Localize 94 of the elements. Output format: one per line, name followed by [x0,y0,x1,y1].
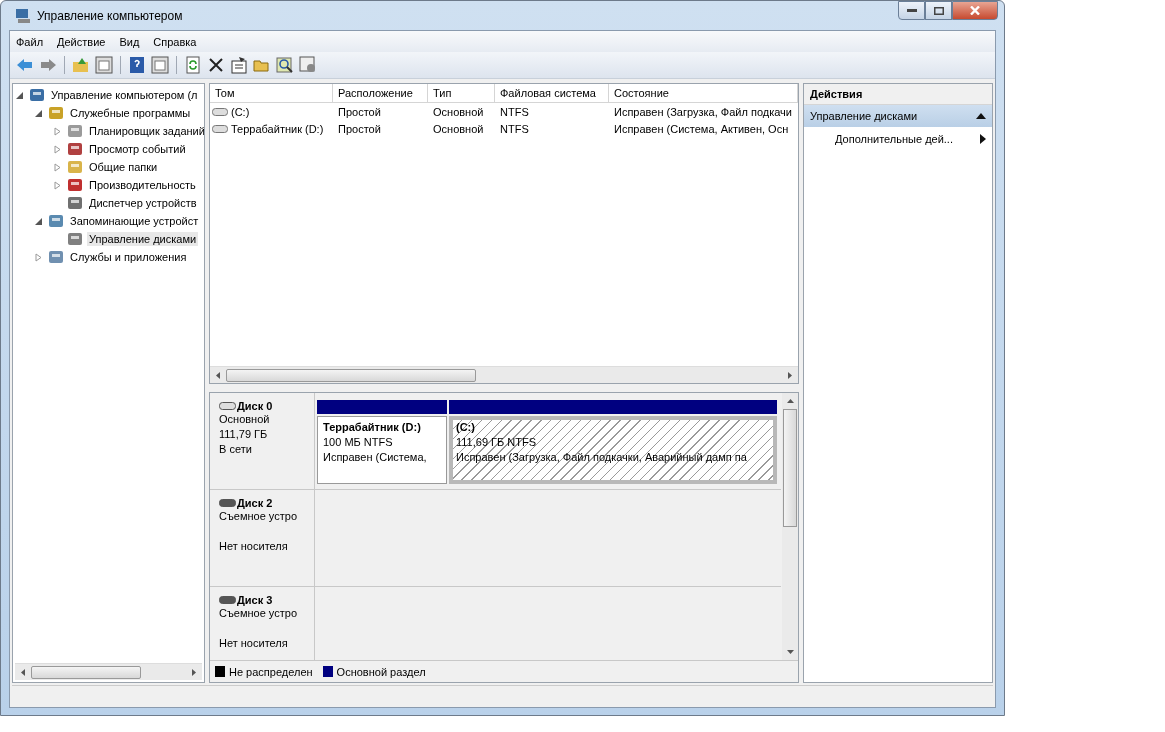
forward-arrow-icon[interactable] [39,56,57,74]
action-link[interactable]: Дополнительные дей... [835,133,953,145]
table-cell: Простой [338,122,381,135]
collapse-arrow-icon[interactable] [34,108,43,118]
minimize-button[interactable] [898,1,925,20]
actions-header: Действия [804,84,992,105]
partition-box[interactable]: Террабайтник (D:) 100 МБ NTFS Исправен (Система, [317,416,447,484]
search-icon[interactable] [276,56,294,74]
tree-item[interactable]: Служебные программы [68,106,193,120]
table-cell: Террабайтник (D:) [231,122,324,135]
expand-arrow-icon[interactable] [53,180,62,190]
disk-size: 111,79 ГБ [219,427,269,442]
disk-status: Нет носителя [219,636,289,651]
column-header[interactable]: Файловая система [495,84,609,102]
minimize-icon [906,9,917,12]
scrollbar-thumb[interactable] [226,368,476,382]
tree-item[interactable]: Управление компьютером (л [49,88,200,102]
disk-type: Основной [219,412,271,427]
section-title: Управление дисками [810,110,918,122]
submenu-arrow-icon [980,134,986,144]
back-arrow-icon[interactable] [16,56,34,74]
actions-section[interactable]: Управление дисками [804,105,992,127]
drive-icon [212,124,228,133]
collapse-arrow-icon[interactable] [34,216,43,226]
menu-item[interactable]: Справка [153,35,197,48]
menu-item[interactable]: Вид [119,35,140,48]
partition-box[interactable]: (C:) 111,69 ГБ NTFS Исправен (Загрузка, Файл подкачки, Аварийный дамп па [449,416,777,484]
scroll-right-icon[interactable] [192,668,196,676]
window-title: Управление компьютером [37,8,183,23]
partition-status: Исправен (Система, [323,450,428,465]
column-header[interactable]: Тип [428,84,495,102]
legend-label: Не распределен [229,665,313,678]
close-icon[interactable] [207,56,225,74]
table-cell: Исправен (Загрузка, Файл подкачи [614,105,792,118]
scroll-down-icon[interactable] [786,650,794,654]
tree-item[interactable]: Запоминающие устройст [68,214,201,228]
menu-item[interactable]: Файл [16,35,44,48]
maximize-button[interactable] [925,1,952,20]
up-folder-icon[interactable] [72,56,90,74]
help-icon[interactable] [128,56,146,74]
properties-icon[interactable] [230,56,248,74]
expand-arrow-icon[interactable] [34,252,43,262]
close-icon [970,6,980,15]
expand-arrow-icon[interactable] [53,162,62,172]
column-header[interactable]: Состояние [609,84,798,102]
scroll-left-icon[interactable] [216,371,220,379]
scroll-up-icon[interactable] [786,399,794,403]
column-header[interactable]: Расположение [333,84,428,102]
removable-drive-icon [219,499,236,507]
refresh-icon[interactable] [184,56,202,74]
close-button[interactable] [952,1,998,20]
table-cell: NTFS [500,122,529,135]
scroll-left-icon[interactable] [21,668,25,676]
disk-type: Съемное устро [219,606,298,621]
partition-size: 111,69 ГБ NTFS [456,435,538,450]
table-cell: (C:) [231,105,250,118]
expand-arrow-icon[interactable] [53,144,62,154]
column-header[interactable]: Том [210,84,333,102]
table-cell: Основной [433,105,484,118]
partition-size: 100 МБ NTFS [323,435,394,450]
partition-title: Террабайтник (D:) [323,420,422,435]
maximize-icon [933,6,944,15]
scroll-right-icon[interactable] [788,371,792,379]
tree-item[interactable]: Просмотр событий [87,142,188,156]
tree-item[interactable]: Производительность [87,178,198,192]
tree-item[interactable]: Общие папки [87,160,160,174]
disk-name: Диск 2 [237,497,273,509]
panel-icon[interactable] [95,56,113,74]
disk-status: В сети [219,442,253,457]
collapse-arrow-icon[interactable] [976,113,986,119]
partition-status: Исправен (Загрузка, Файл подкачки, Аварийный дамп па [456,450,748,465]
table-cell: Исправен (Система, Активен, Осн [614,122,789,135]
disk-name: Диск 3 [237,594,273,606]
table-cell: NTFS [500,105,529,118]
partition-title: (C:) [456,420,476,435]
table-cell: Основной [433,122,484,135]
expand-arrow-icon[interactable] [53,126,62,136]
tree-item[interactable]: Службы и приложения [68,250,189,264]
scrollbar-thumb[interactable] [783,409,797,527]
tree-item[interactable]: Планировщик заданий [87,124,204,138]
scrollbar-thumb[interactable] [31,665,141,679]
disk-name: Диск 0 [237,400,273,412]
disk-status: Нет носителя [219,539,289,554]
tree-item[interactable]: Управление дисками [87,232,199,246]
drive-icon [212,107,228,116]
hard-drive-icon [219,402,236,410]
legend-label: Основной раздел [336,665,426,678]
collapse-arrow-icon[interactable] [15,90,24,100]
tree-item[interactable]: Диспетчер устройств [87,196,199,210]
table-cell: Простой [338,105,381,118]
panel-icon[interactable] [151,56,169,74]
removable-drive-icon [219,596,236,604]
menu-item[interactable]: Действие [57,35,106,48]
disk-type: Съемное устро [219,509,298,524]
